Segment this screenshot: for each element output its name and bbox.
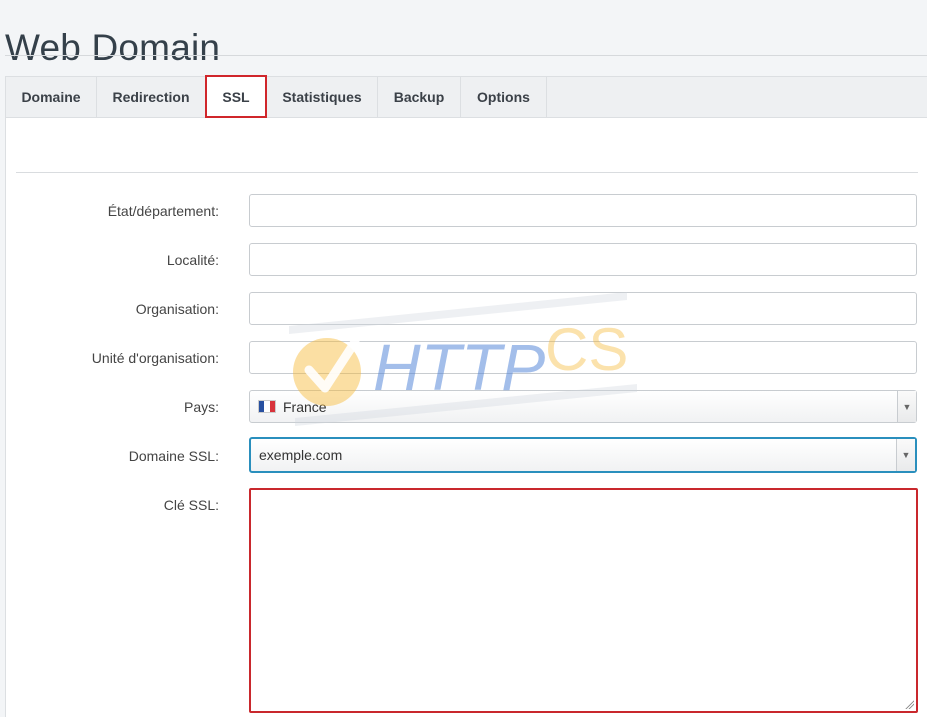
resize-grip-icon[interactable]	[904, 699, 914, 709]
organisation-label: Organisation:	[135, 301, 219, 317]
chevron-down-icon[interactable]: ▼	[897, 391, 916, 422]
country-select[interactable]: France ▼	[249, 390, 917, 423]
section-divider	[16, 172, 918, 173]
tab-options[interactable]: Options	[461, 77, 547, 117]
state-input[interactable]	[249, 194, 917, 227]
chevron-down-icon[interactable]: ▼	[896, 439, 915, 471]
organisation-unit-label: Unité d'organisation:	[91, 350, 219, 366]
content-panel: Domaine Redirection SSL Statistiques Bac…	[5, 75, 927, 717]
france-flag-icon	[258, 400, 276, 413]
ssl-domain-label: Domaine SSL:	[128, 448, 219, 464]
state-label: État/département:	[107, 203, 219, 219]
organisation-unit-input[interactable]	[249, 341, 917, 374]
ssl-domain-select[interactable]: exemple.com ▼	[249, 437, 917, 473]
ssl-domain-select-value: exemple.com	[259, 447, 343, 463]
tab-domaine[interactable]: Domaine	[6, 77, 97, 117]
tab-backup[interactable]: Backup	[378, 77, 461, 117]
country-label: Pays:	[183, 399, 219, 415]
tab-statistiques[interactable]: Statistiques	[267, 77, 378, 117]
title-divider	[5, 55, 927, 56]
tab-bar: Domaine Redirection SSL Statistiques Bac…	[6, 75, 927, 118]
country-select-value: France	[283, 398, 327, 415]
ssl-key-textarea[interactable]	[249, 488, 918, 713]
locality-label: Localité:	[166, 252, 219, 268]
locality-input[interactable]	[249, 243, 917, 276]
tab-redirection[interactable]: Redirection	[97, 77, 206, 117]
page-title: Web Domain	[5, 26, 221, 68]
ssl-key-label: Clé SSL:	[163, 497, 219, 513]
tab-ssl[interactable]: SSL	[205, 75, 267, 118]
organisation-input[interactable]	[249, 292, 917, 325]
